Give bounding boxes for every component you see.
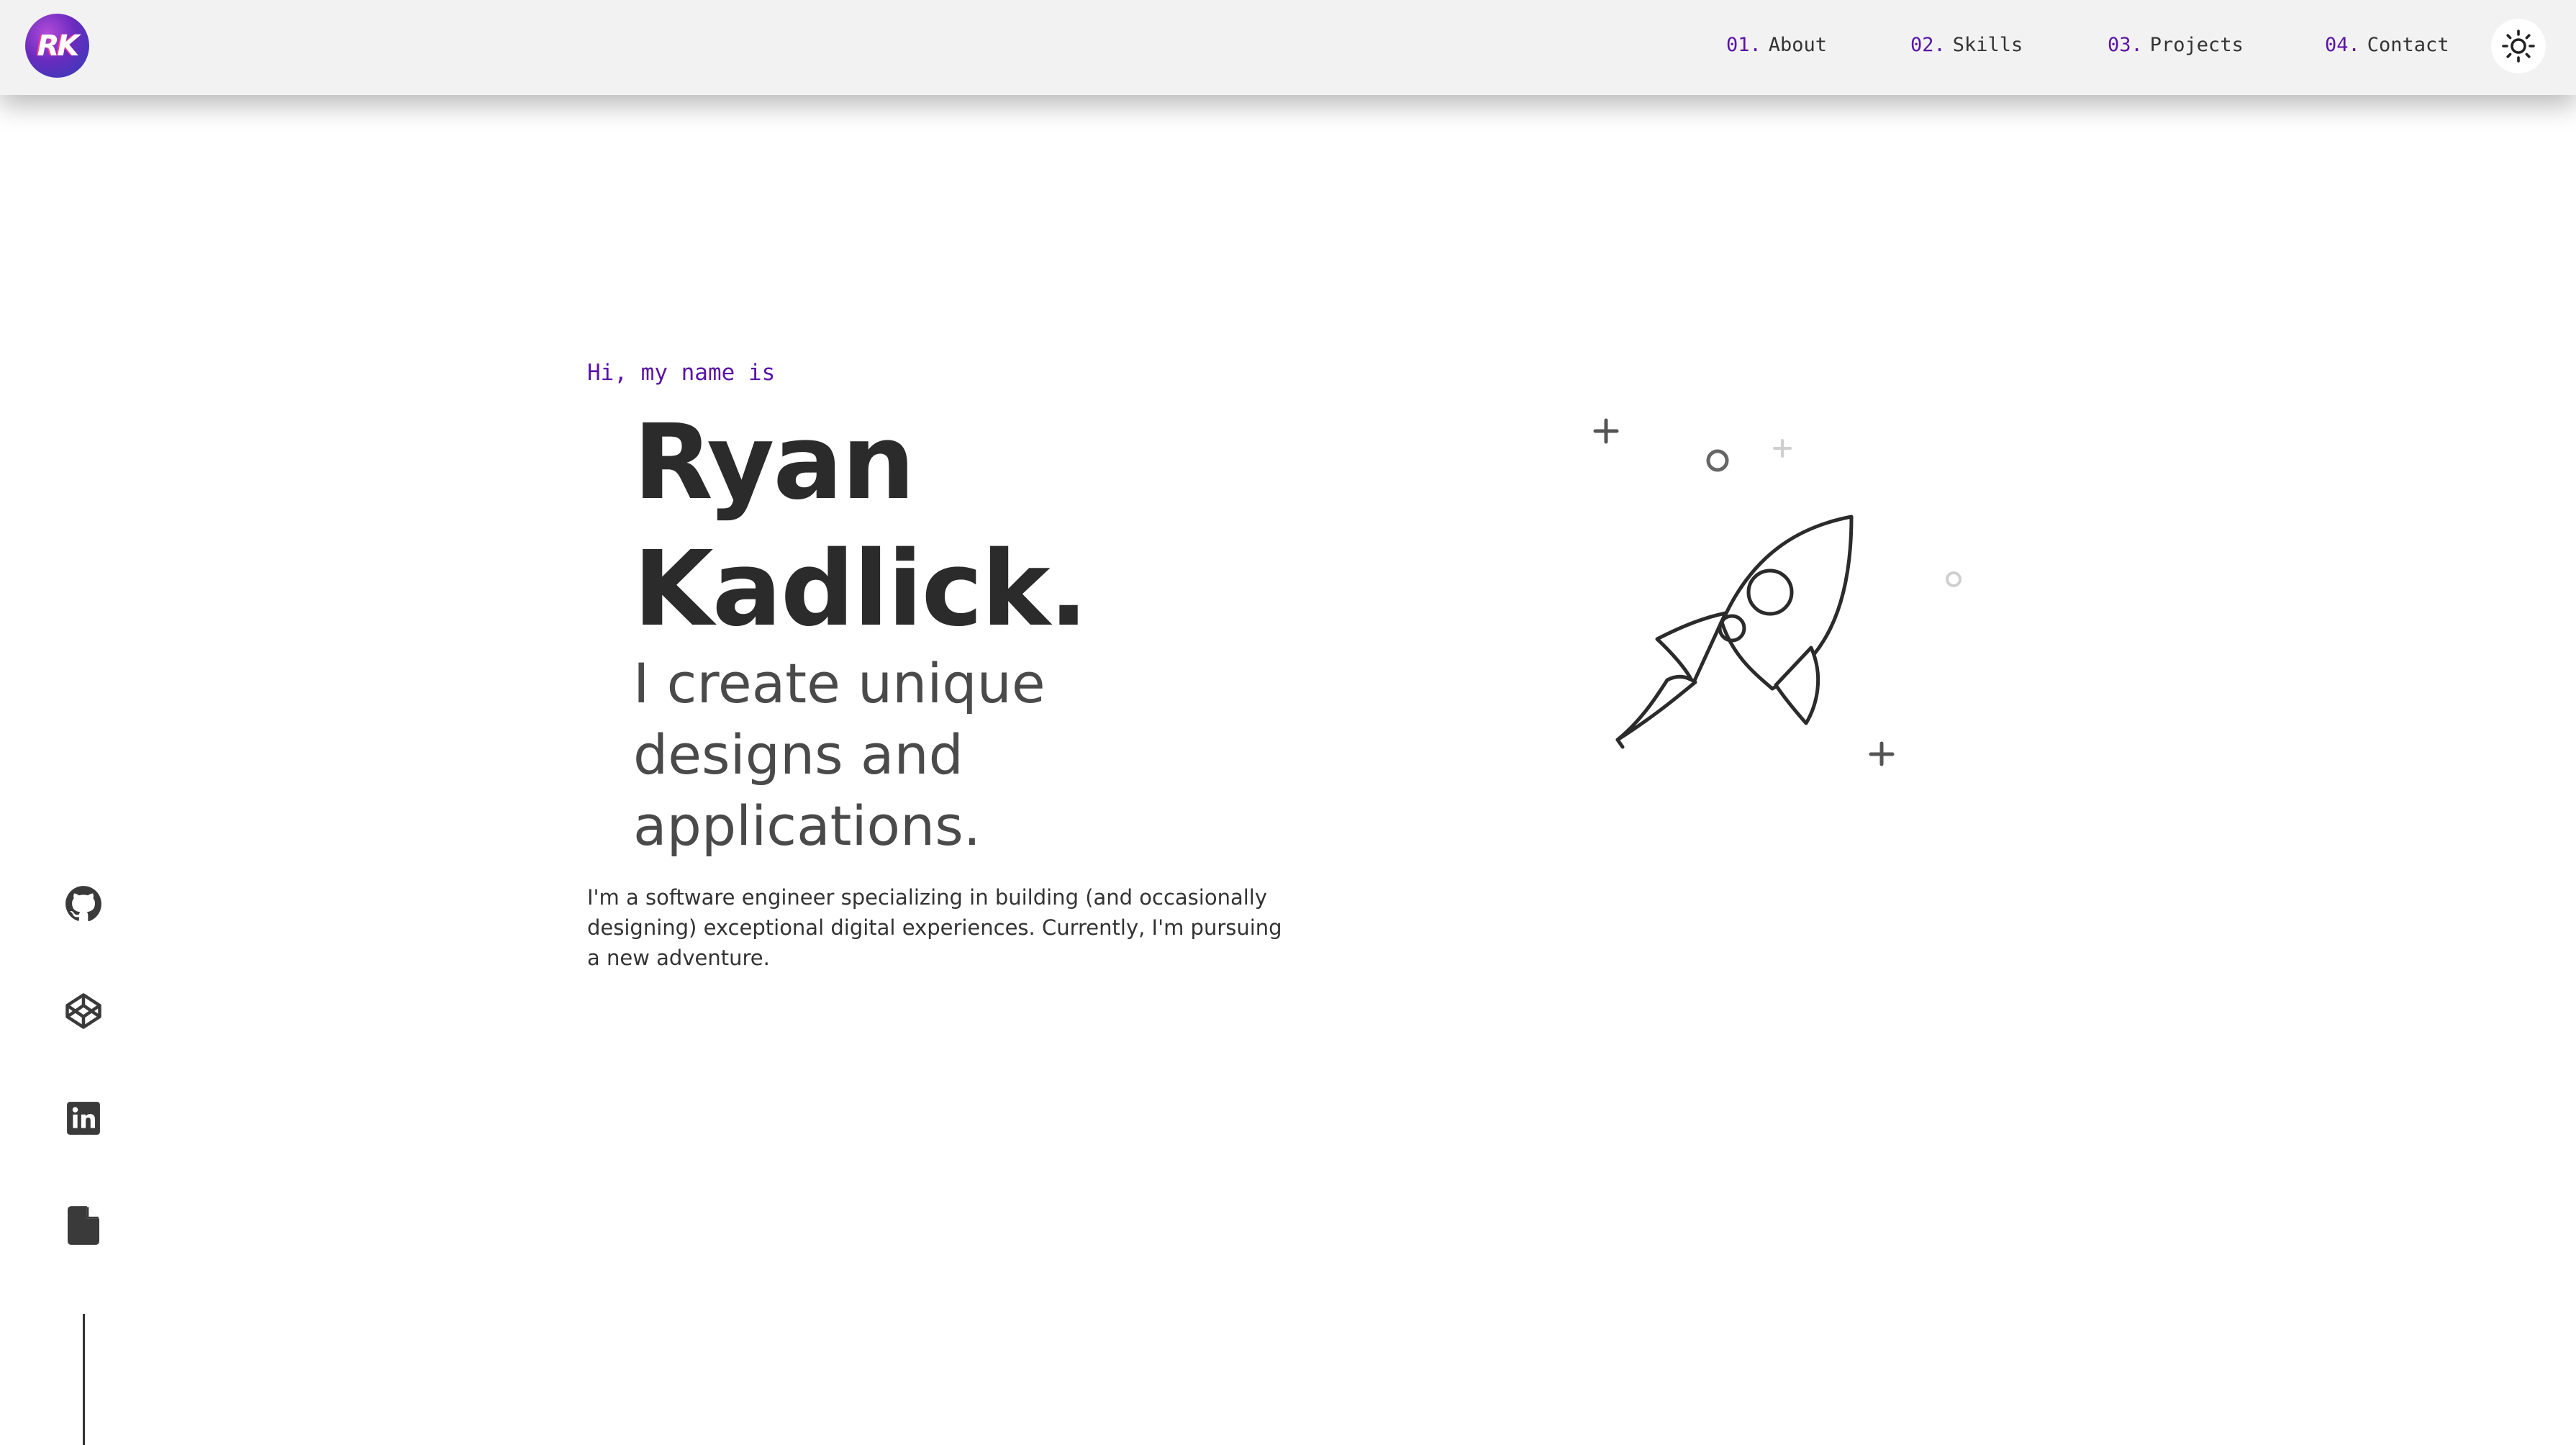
github-icon bbox=[65, 886, 101, 922]
hero-tagline: I create unique designs and applications… bbox=[633, 648, 1151, 861]
hero-name-last: Kadlick. bbox=[633, 528, 1088, 649]
linkedin-link[interactable] bbox=[62, 1097, 105, 1140]
tagline-line: designs and bbox=[633, 722, 963, 787]
hero-greeting: Hi, my name is bbox=[587, 360, 776, 386]
nav-number: 01. bbox=[1726, 33, 1761, 56]
github-link[interactable] bbox=[62, 882, 105, 925]
nav-number: 03. bbox=[2108, 33, 2143, 56]
nav-label: Projects bbox=[2149, 33, 2244, 56]
sparkle-plus-icon bbox=[1869, 741, 1895, 766]
hero-name: Ryan Kadlick. bbox=[633, 399, 1137, 652]
nav-label: Contact bbox=[2367, 33, 2449, 56]
nav-label: Skills bbox=[1952, 33, 2023, 56]
nav-number: 02. bbox=[1910, 33, 1946, 56]
nav-link-projects[interactable]: 03. Projects bbox=[2108, 0, 2244, 89]
resume-link[interactable] bbox=[62, 1204, 105, 1247]
sparkle-circle-icon bbox=[1946, 571, 1962, 587]
tagline-line: I create unique bbox=[633, 651, 1046, 715]
sparkle-plus-icon bbox=[1773, 439, 1792, 458]
linkedin-icon bbox=[67, 1102, 100, 1135]
nav-link-contact[interactable]: 04. Contact bbox=[2325, 0, 2449, 89]
site-header: RK 01. About 02. Skills 03. Projects 04.… bbox=[0, 0, 2576, 95]
logo[interactable]: RK bbox=[25, 14, 89, 78]
nav-number: 04. bbox=[2325, 33, 2360, 56]
tagline-line: applications. bbox=[633, 794, 981, 858]
nav-label: About bbox=[1768, 33, 1828, 56]
hero-bio: I'm a software engineer specializing in … bbox=[587, 885, 1282, 970]
hero-name-first: Ryan bbox=[633, 402, 915, 522]
sparkle-plus-icon bbox=[1593, 418, 1619, 444]
logo-text: RK bbox=[37, 29, 80, 63]
sun-icon bbox=[2502, 30, 2535, 63]
nav-link-about[interactable]: 01. About bbox=[1726, 0, 1827, 89]
resume-file-icon bbox=[68, 1206, 99, 1245]
rocket-icon bbox=[1593, 418, 1962, 766]
codepen-icon bbox=[65, 993, 101, 1029]
theme-toggle-button[interactable] bbox=[2491, 19, 2546, 73]
social-divider-line bbox=[83, 1314, 85, 1445]
sparkle-circle-icon bbox=[1706, 449, 1729, 472]
nav-link-skills[interactable]: 02. Skills bbox=[1910, 0, 2023, 89]
codepen-link[interactable] bbox=[62, 989, 105, 1033]
rocket-body bbox=[1615, 515, 1854, 749]
